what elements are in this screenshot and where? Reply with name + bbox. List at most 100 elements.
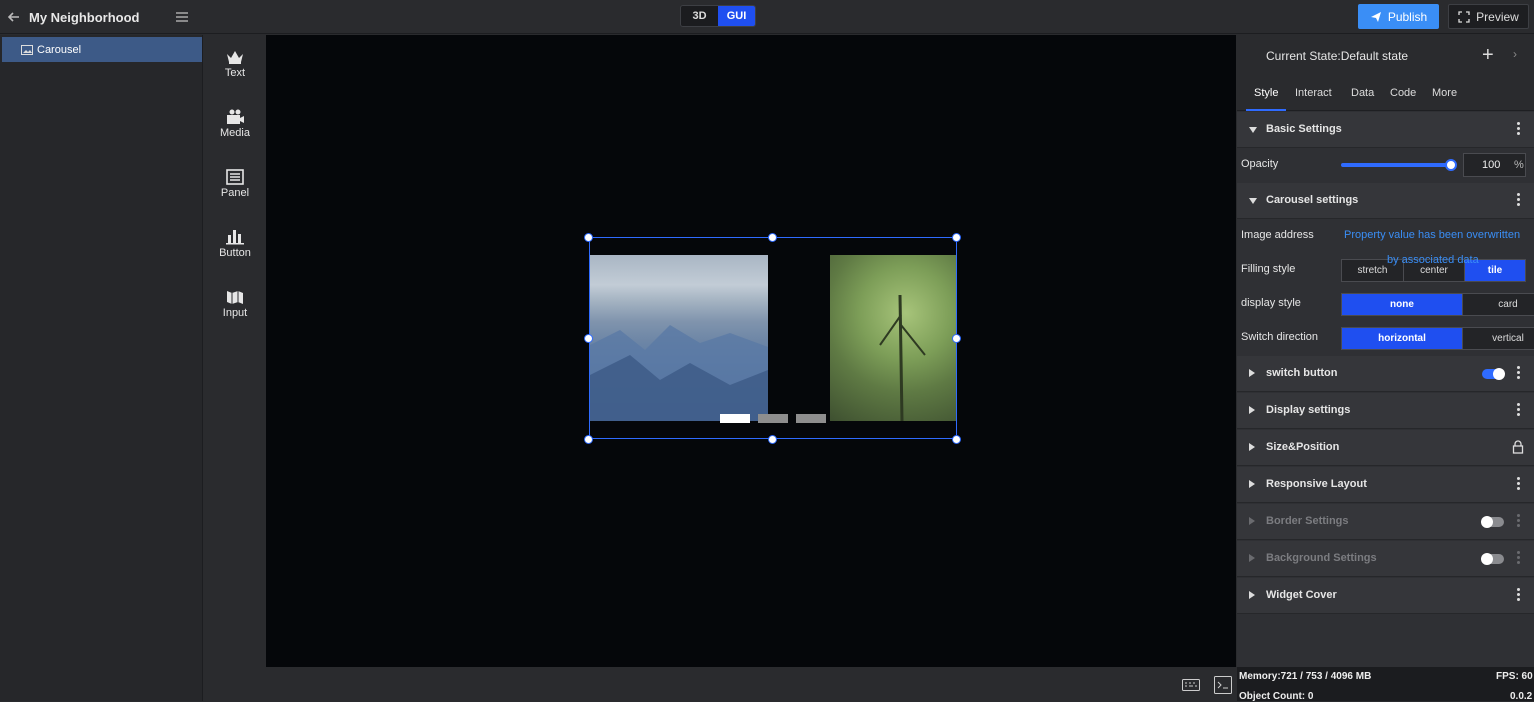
- hamburger-menu-icon[interactable]: [175, 10, 189, 24]
- section-title: Display settings: [1266, 404, 1351, 416]
- object-count-readout: Object Count: 0: [1239, 691, 1314, 702]
- preview-button[interactable]: Preview: [1448, 4, 1529, 29]
- more-options-icon[interactable]: [1517, 551, 1520, 565]
- display-option-none[interactable]: none: [1342, 294, 1462, 315]
- section-responsive-layout[interactable]: Responsive Layout: [1237, 467, 1534, 503]
- filling-style-row: Filling style stretch center tile by ass…: [1237, 253, 1534, 287]
- widget-panel[interactable]: Panel: [204, 169, 266, 213]
- more-options-icon[interactable]: [1517, 366, 1520, 380]
- project-header: My Neighborhood: [0, 0, 202, 34]
- section-widget-cover[interactable]: Widget Cover: [1237, 578, 1534, 614]
- add-state-icon[interactable]: +: [1482, 45, 1494, 65]
- project-title: My Neighborhood: [29, 9, 140, 25]
- widget-media-label: Media: [220, 127, 250, 139]
- back-arrow-icon[interactable]: [7, 10, 21, 24]
- widget-text[interactable]: Text: [204, 49, 266, 93]
- caret-right-icon: [1249, 406, 1255, 414]
- more-options-icon[interactable]: [1517, 588, 1520, 602]
- terminal-icon[interactable]: [1214, 676, 1232, 694]
- layer-panel: Carousel: [0, 35, 203, 701]
- tab-more[interactable]: More: [1432, 87, 1457, 99]
- caret-right-icon: [1249, 591, 1255, 599]
- mode-3d-button[interactable]: 3D: [681, 6, 718, 26]
- resize-handle-l[interactable]: [584, 334, 593, 343]
- resize-handle-t[interactable]: [768, 233, 777, 242]
- caret-right-icon: [1249, 369, 1255, 377]
- widget-media[interactable]: Media: [204, 109, 266, 153]
- widget-input-label: Input: [222, 307, 248, 319]
- selection-box[interactable]: [589, 237, 957, 439]
- version-readout: 0.0.2: [1510, 691, 1533, 702]
- more-options-icon[interactable]: [1517, 193, 1520, 207]
- opacity-input[interactable]: 100 %: [1463, 153, 1526, 177]
- background-settings-toggle[interactable]: [1481, 553, 1504, 565]
- section-title: Size&Position: [1266, 441, 1340, 453]
- direction-option-vertical[interactable]: vertical: [1462, 328, 1534, 349]
- resize-handle-br[interactable]: [952, 435, 961, 444]
- fps-readout: FPS: 60: [1496, 671, 1533, 682]
- switch-button-toggle[interactable]: [1482, 368, 1505, 380]
- keyboard-icon[interactable]: [1182, 679, 1200, 691]
- section-title: Responsive Layout: [1266, 478, 1367, 490]
- tab-code[interactable]: Code: [1390, 87, 1416, 99]
- more-options-icon[interactable]: [1517, 514, 1520, 528]
- caret-right-icon: [1249, 517, 1255, 525]
- layer-item-carousel[interactable]: Carousel: [2, 37, 202, 62]
- more-options-icon[interactable]: [1517, 122, 1520, 136]
- display-style-label: display style: [1241, 297, 1301, 309]
- caret-right-icon: [1249, 480, 1255, 488]
- switch-direction-label: Switch direction: [1241, 331, 1319, 343]
- image-address-row: Image address Property value has been ov…: [1237, 219, 1534, 253]
- properties-panel: Current State:Default state + › Style In…: [1237, 35, 1534, 667]
- section-size-position[interactable]: Size&Position: [1237, 430, 1534, 466]
- current-state-label: Current State:Default state: [1266, 49, 1409, 63]
- chevron-right-icon[interactable]: ›: [1513, 47, 1517, 61]
- publish-button[interactable]: Publish: [1358, 4, 1439, 29]
- widget-button[interactable]: Button: [204, 229, 266, 273]
- widget-button-label: Button: [219, 247, 251, 259]
- section-border-settings[interactable]: Border Settings: [1237, 504, 1534, 540]
- image-icon: [21, 44, 33, 55]
- widget-input[interactable]: Input: [204, 289, 266, 333]
- status-bar: Memory:721 / 753 / 4096 MB FPS: 60 Objec…: [1237, 667, 1534, 702]
- section-background-settings[interactable]: Background Settings: [1237, 541, 1534, 577]
- section-carousel-settings[interactable]: Carousel settings: [1237, 183, 1534, 219]
- caret-down-icon: [1249, 198, 1257, 204]
- resize-handle-tr[interactable]: [952, 233, 961, 242]
- image-address-note-line2: by associated data: [1387, 254, 1479, 266]
- section-title: Carousel settings: [1266, 194, 1359, 206]
- map-icon: [227, 291, 243, 304]
- resize-handle-bl[interactable]: [584, 435, 593, 444]
- state-bar: Current State:Default state + ›: [1237, 35, 1534, 77]
- tab-data[interactable]: Data: [1351, 87, 1374, 99]
- section-display-settings[interactable]: Display settings: [1237, 393, 1534, 429]
- more-options-icon[interactable]: [1517, 403, 1520, 417]
- image-address-note-line1: Property value has been overwritten: [1344, 229, 1521, 241]
- caret-down-icon: [1249, 127, 1257, 133]
- caret-right-icon: [1249, 554, 1255, 562]
- fullscreen-icon: [1458, 10, 1470, 23]
- opacity-slider-thumb[interactable]: [1445, 159, 1457, 171]
- caret-right-icon: [1249, 443, 1255, 451]
- display-option-card[interactable]: card: [1462, 294, 1534, 315]
- section-switch-button[interactable]: switch button: [1237, 356, 1534, 392]
- display-style-row: display style none card: [1237, 287, 1534, 321]
- preview-label: Preview: [1476, 9, 1519, 24]
- direction-option-horizontal[interactable]: horizontal: [1342, 328, 1462, 349]
- layer-item-label: Carousel: [37, 43, 82, 56]
- section-title: Widget Cover: [1266, 589, 1337, 601]
- section-title: Background Settings: [1266, 552, 1377, 564]
- resize-handle-tl[interactable]: [584, 233, 593, 242]
- border-settings-toggle[interactable]: [1481, 516, 1504, 528]
- more-options-icon[interactable]: [1517, 477, 1520, 491]
- resize-handle-b[interactable]: [768, 435, 777, 444]
- tab-interact[interactable]: Interact: [1295, 87, 1332, 99]
- switch-direction-row: Switch direction horizontal vertical: [1237, 321, 1534, 355]
- mode-gui-button[interactable]: GUI: [718, 6, 755, 26]
- lock-icon[interactable]: [1512, 440, 1524, 454]
- camera-icon: [227, 109, 244, 124]
- section-basic-settings[interactable]: Basic Settings: [1237, 112, 1534, 148]
- resize-handle-r[interactable]: [952, 334, 961, 343]
- tab-style[interactable]: Style: [1254, 87, 1278, 99]
- opacity-slider[interactable]: [1341, 159, 1457, 171]
